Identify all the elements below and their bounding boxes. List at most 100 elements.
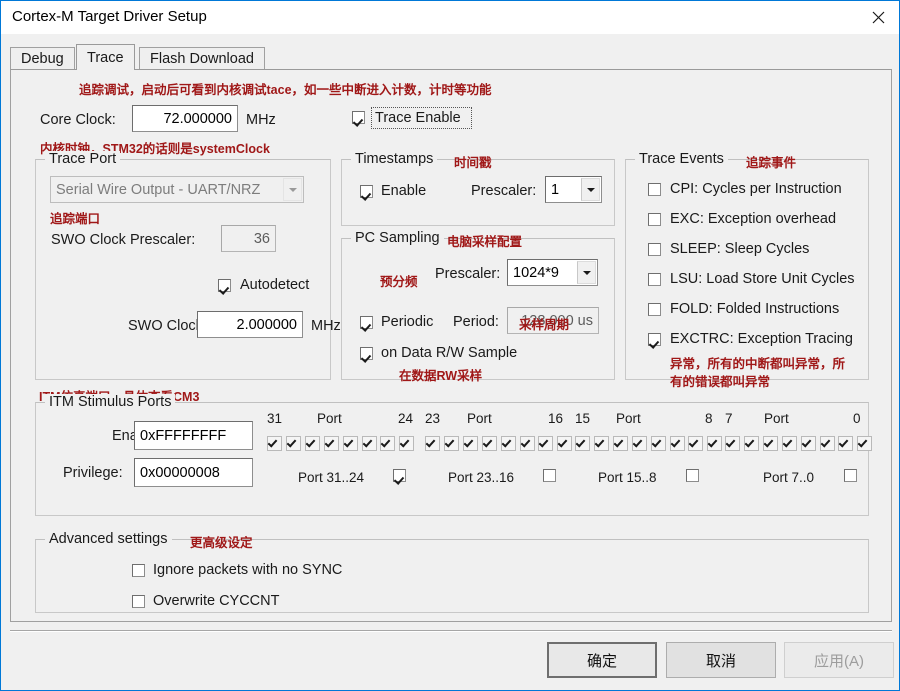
port-bit-checkbox-0[interactable] (857, 436, 873, 451)
tab-flash-download[interactable]: Flash Download (139, 47, 265, 70)
port-bit-checkbox-13[interactable] (612, 436, 628, 451)
check-icon (632, 437, 643, 448)
port-bit-checkbox-16[interactable] (557, 436, 573, 451)
chevron-down-icon[interactable] (283, 178, 302, 201)
port-header-0: 0 (853, 411, 861, 426)
check-icon (362, 437, 372, 448)
close-button[interactable] (855, 1, 899, 34)
trace-enable-label: Trace Enable (375, 110, 461, 126)
title-bar: Cortex-M Target Driver Setup (1, 0, 899, 34)
swo-prescaler-input[interactable]: 36 (221, 225, 276, 252)
itm-enable-input[interactable]: 0xFFFFFFFF (134, 421, 253, 450)
port-bit-checkbox-23[interactable] (425, 436, 440, 451)
annotation-timestamps: 时间戳 (454, 156, 492, 170)
chevron-down-icon[interactable] (581, 178, 600, 201)
trace-port-select[interactable]: Serial Wire Output - UART/NRZ (50, 176, 304, 203)
port-bit-checkbox-19[interactable] (500, 436, 516, 451)
pc-sampling-title: PC Sampling (351, 230, 444, 246)
check-icon (725, 437, 736, 448)
apply-button[interactable]: 应用(A) (784, 642, 894, 678)
port-bit-checkbox-24[interactable] (399, 436, 415, 451)
tab-trace[interactable]: Trace (76, 44, 135, 70)
event-exctrc-checkbox[interactable] (648, 333, 661, 346)
port-header-label-2: Port (616, 411, 641, 426)
port-bit-checkbox-10[interactable] (669, 436, 685, 451)
port-bit-checkbox-15[interactable] (575, 436, 590, 451)
port-bit-checkbox-4[interactable] (781, 436, 797, 451)
port-bit-checkbox-21[interactable] (462, 436, 478, 451)
periodic-checkbox[interactable] (360, 316, 373, 329)
check-icon (594, 437, 605, 448)
swo-prescaler-label: SWO Clock Prescaler: (51, 232, 196, 248)
cancel-button[interactable]: 取消 (666, 642, 776, 678)
check-icon (613, 437, 624, 448)
port-bit-checkbox-20[interactable] (481, 436, 497, 451)
port-group-label-7-0: Port 7..0 (763, 470, 815, 485)
check-icon (425, 437, 436, 448)
port-bit-checkbox-6[interactable] (743, 436, 759, 451)
event-cpi-checkbox[interactable] (648, 183, 661, 196)
itm-stimulus-ports-group: ITM Stimulus Ports Enable: 0xFFFFFFFF Pr… (35, 394, 873, 516)
port-bit-checkbox-26[interactable] (361, 436, 377, 451)
port-group-label-31-24: Port 31..24 (298, 470, 365, 485)
port-bit-checkbox-5[interactable] (762, 436, 778, 451)
port-group-checkbox-7-0[interactable] (844, 469, 857, 482)
core-clock-input[interactable]: 72.000000 (132, 105, 238, 132)
ok-button[interactable]: 确定 (547, 642, 657, 678)
swo-clock-input[interactable]: 2.000000 (197, 311, 303, 338)
trace-port-title: Trace Port (45, 151, 121, 167)
tab-debug[interactable]: Debug (10, 47, 75, 70)
port-group-checkbox-31-24[interactable] (393, 469, 406, 482)
port-group-checkbox-15-8[interactable] (686, 469, 699, 482)
annotation-exctrc-line1: 异常，所有的中断都叫异常，所 (670, 357, 846, 371)
overwrite-cyccnt-checkbox[interactable] (132, 595, 145, 608)
port-bit-checkbox-22[interactable] (443, 436, 459, 451)
autodetect-checkbox[interactable] (218, 279, 231, 292)
pc-prescaler-select[interactable]: 1024*9 (507, 259, 598, 286)
port-bit-checkbox-30[interactable] (285, 436, 301, 451)
port-bit-checkbox-12[interactable] (631, 436, 647, 451)
annotation-data-rw: 在数据RW采样 (399, 369, 483, 383)
data-rw-sample-checkbox[interactable] (360, 347, 373, 360)
pc-sampling-group: PC Sampling 电脑采样配置 预分频 Prescaler: 1024*9… (341, 230, 615, 383)
port-group-checkbox-23-16[interactable] (543, 469, 556, 482)
event-fold-checkbox[interactable] (648, 303, 661, 316)
check-icon (501, 437, 511, 448)
port-bit-checkbox-14[interactable] (593, 436, 609, 451)
itm-privilege-input[interactable]: 0x00000008 (134, 458, 253, 487)
event-sleep-checkbox[interactable] (648, 243, 661, 256)
annotation-advanced: 更高级设定 (190, 536, 253, 550)
close-icon (872, 11, 885, 24)
event-lsu-checkbox[interactable] (648, 273, 661, 286)
port-bit-checkbox-28[interactable] (323, 436, 339, 451)
event-sleep-label: SLEEP: Sleep Cycles (670, 241, 810, 257)
annotation-trace-port: 追踪端口 (50, 212, 101, 226)
port-bit-checkbox-3[interactable] (800, 436, 816, 451)
annotation-exctrc-line2: 有的错误都叫异常 (670, 375, 771, 389)
check-icon (763, 437, 774, 448)
annotation-top: 追踪调试，启动后可看到内核调试tace，如一些中断进入计数，计时等功能 (79, 83, 492, 97)
port-bit-checkbox-25[interactable] (380, 436, 396, 451)
port-bit-checkbox-18[interactable] (519, 436, 535, 451)
port-bit-checkbox-1[interactable] (838, 436, 854, 451)
ignore-no-sync-checkbox[interactable] (132, 564, 145, 577)
event-exc-checkbox[interactable] (648, 213, 661, 226)
port-bit-checkbox-17[interactable] (538, 436, 554, 451)
port-bit-checkbox-31[interactable] (267, 436, 282, 451)
footer-separator (10, 630, 892, 632)
itm-privilege-label: Privilege: (63, 465, 123, 481)
port-bit-checkbox-7[interactable] (725, 436, 740, 451)
trace-enable-checkbox[interactable] (352, 111, 365, 124)
timestamps-prescaler-select[interactable]: 1 (545, 176, 602, 203)
port-bit-checkbox-8[interactable] (707, 436, 723, 451)
port-bit-checkbox-27[interactable] (342, 436, 358, 451)
port-bit-checkbox-9[interactable] (688, 436, 704, 451)
chevron-down-icon[interactable] (577, 261, 596, 284)
port-bit-checkbox-11[interactable] (650, 436, 666, 451)
advanced-settings-group: Advanced settings 更高级设定 Ignore packets w… (35, 531, 869, 613)
port-bit-checkbox-2[interactable] (819, 436, 835, 451)
port-bit-checkbox-29[interactable] (304, 436, 320, 451)
timestamps-enable-checkbox[interactable] (360, 185, 373, 198)
check-icon (575, 437, 586, 448)
annotation-period: 采样周期 (519, 318, 570, 332)
